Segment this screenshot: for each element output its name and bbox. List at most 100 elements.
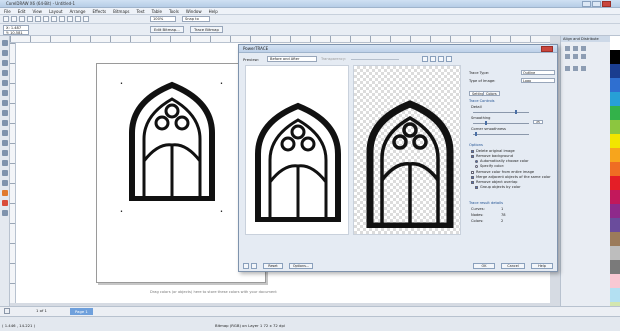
delete-original-checkbox[interactable]: [471, 150, 474, 153]
remove-background-checkbox[interactable]: [471, 155, 474, 158]
align-right-icon[interactable]: [581, 46, 586, 51]
palette-swatch[interactable]: [610, 92, 620, 106]
menu-layout[interactable]: Layout: [49, 9, 63, 14]
corner-smoothness-slider[interactable]: [473, 134, 529, 135]
help-button[interactable]: Help: [531, 263, 553, 269]
gothic-window-bitmap[interactable]: [126, 81, 218, 201]
undo-trace-icon[interactable]: [243, 263, 249, 269]
palette-swatch[interactable]: [610, 232, 620, 246]
save-icon[interactable]: [19, 16, 25, 22]
auto-color-radio[interactable]: [475, 160, 478, 163]
selection-handle-icon[interactable]: •: [220, 209, 223, 215]
edit-bitmap-button[interactable]: Edit Bitmap...: [150, 26, 184, 33]
zoom-tool-icon[interactable]: [2, 70, 8, 76]
distribute-center-icon[interactable]: [573, 66, 578, 71]
copy-icon[interactable]: [43, 16, 49, 22]
remove-color-checkbox[interactable]: [471, 171, 474, 174]
zoom-in-icon[interactable]: [422, 56, 428, 62]
import-icon[interactable]: [75, 16, 81, 22]
palette-swatch[interactable]: [610, 162, 620, 176]
redo-trace-icon[interactable]: [251, 263, 257, 269]
close-window-button[interactable]: [602, 1, 611, 7]
minimize-button[interactable]: [582, 1, 591, 7]
menu-tools[interactable]: Tools: [169, 9, 179, 14]
effects-tool-icon[interactable]: [2, 170, 8, 176]
menu-view[interactable]: View: [32, 9, 42, 14]
palette-swatch[interactable]: [610, 120, 620, 134]
palette-swatch[interactable]: [610, 50, 620, 64]
palette-swatch[interactable]: [610, 288, 620, 302]
palette-swatch[interactable]: [610, 134, 620, 148]
align-bottom-icon[interactable]: [581, 54, 586, 59]
redo-icon[interactable]: [67, 16, 73, 22]
remove-overlap-checkbox[interactable]: [471, 181, 474, 184]
palette-swatch[interactable]: [610, 204, 620, 218]
menu-file[interactable]: File: [4, 9, 11, 14]
smart-fill-tool-icon[interactable]: [2, 90, 8, 96]
ok-button[interactable]: OK: [473, 263, 495, 269]
palette-swatch[interactable]: [610, 246, 620, 260]
dialog-close-button[interactable]: [541, 46, 553, 52]
palette-swatch[interactable]: [610, 218, 620, 232]
paste-icon[interactable]: [51, 16, 57, 22]
corner-smoothness-slider-thumb[interactable]: [475, 132, 477, 136]
palette-swatch[interactable]: [610, 106, 620, 120]
align-middle-icon[interactable]: [573, 54, 578, 59]
after-preview-pane[interactable]: [353, 65, 461, 235]
dimension-tool-icon[interactable]: [2, 150, 8, 156]
selection-handle-icon[interactable]: •: [120, 81, 123, 87]
page-tab[interactable]: Page 1: [70, 308, 93, 315]
open-icon[interactable]: [11, 16, 17, 22]
smoothing-slider-thumb[interactable]: [485, 121, 487, 125]
zoom-out-icon[interactable]: [430, 56, 436, 62]
smoothing-slider[interactable]: [473, 123, 529, 124]
palette-swatch[interactable]: [610, 148, 620, 162]
first-page-icon[interactable]: [4, 308, 10, 314]
menu-effects[interactable]: Effects: [93, 9, 107, 14]
palette-swatch[interactable]: [610, 260, 620, 274]
menu-bitmaps[interactable]: Bitmaps: [113, 9, 129, 14]
detail-slider[interactable]: [473, 112, 529, 113]
palette-swatch[interactable]: [610, 190, 620, 204]
trace-bitmap-button[interactable]: Trace Bitmap: [190, 26, 223, 33]
group-by-color-checkbox[interactable]: [475, 186, 478, 189]
trace-type-select[interactable]: Outline: [521, 70, 555, 75]
undo-icon[interactable]: [59, 16, 65, 22]
merge-adjacent-checkbox[interactable]: [471, 176, 474, 179]
fit-to-window-icon[interactable]: [438, 56, 444, 62]
menu-arrange[interactable]: Arrange: [70, 9, 86, 14]
selection-handle-icon[interactable]: •: [220, 81, 223, 87]
cancel-button[interactable]: Cancel: [501, 263, 525, 269]
image-type-select[interactable]: Logo: [521, 78, 555, 83]
fill-tool-icon[interactable]: [2, 200, 8, 206]
polygon-tool-icon[interactable]: [2, 120, 8, 126]
crop-tool-icon[interactable]: [2, 60, 8, 66]
specify-color-radio[interactable]: [475, 165, 478, 168]
export-icon[interactable]: [83, 16, 89, 22]
interactive-fill-tool-icon[interactable]: [2, 210, 8, 216]
print-icon[interactable]: [27, 16, 33, 22]
tab-colors[interactable]: Colors: [483, 91, 500, 96]
options-button[interactable]: Options...: [289, 263, 313, 269]
menu-edit[interactable]: Edit: [18, 9, 26, 14]
palette-swatch[interactable]: [610, 176, 620, 190]
menu-text[interactable]: Text: [137, 9, 145, 14]
selection-handle-icon[interactable]: •: [120, 209, 123, 215]
distribute-left-icon[interactable]: [565, 66, 570, 71]
eyedropper-tool-icon[interactable]: [2, 180, 8, 186]
detail-slider-thumb[interactable]: [515, 110, 517, 114]
maximize-button[interactable]: [592, 1, 601, 7]
rectangle-tool-icon[interactable]: [2, 100, 8, 106]
palette-swatch[interactable]: [610, 274, 620, 288]
transparency-slider[interactable]: [351, 59, 399, 60]
smoothing-value[interactable]: 25: [533, 120, 543, 124]
preview-mode-select[interactable]: Before and After: [267, 56, 317, 62]
palette-swatch[interactable]: [610, 78, 620, 92]
cut-icon[interactable]: [35, 16, 41, 22]
snap-to-select[interactable]: Snap to: [182, 16, 210, 22]
align-top-icon[interactable]: [565, 54, 570, 59]
palette-swatch[interactable]: [610, 64, 620, 78]
reset-button[interactable]: Reset: [263, 263, 283, 269]
align-left-icon[interactable]: [565, 46, 570, 51]
ellipse-tool-icon[interactable]: [2, 110, 8, 116]
